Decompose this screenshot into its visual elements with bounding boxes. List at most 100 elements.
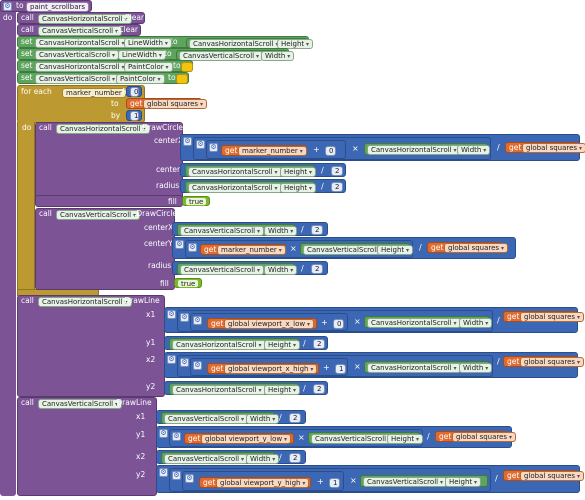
color-swatch[interactable]	[176, 74, 188, 84]
getter-h-height[interactable]: CanvasHorizontalScroll ▾ Height ▾	[169, 383, 301, 395]
centery-division[interactable]: CanvasHorizontalScroll ▾ Height ▾ / 2	[180, 163, 346, 177]
gear-icon[interactable]: ⚙	[172, 432, 181, 441]
get-viewport-y-low[interactable]: get global viewport_y_low ▾	[184, 433, 294, 444]
dropdown-caret-icon[interactable]: ▾	[575, 359, 580, 366]
procedure-header[interactable]: ⚙ to paint_scrollbars	[0, 0, 92, 12]
centerx-multiply[interactable]: ⚙ ⚙ get marker_number ▾ + 0 × CanvasHori…	[193, 137, 491, 160]
dropdown-caret-icon[interactable]: ▾	[257, 387, 262, 394]
v-y2-division[interactable]: ⚙ ⚙ ⚙ get global viewport_y_high ▾ + 1 ×…	[156, 465, 584, 493]
getter-v-height[interactable]: CanvasVerticalScroll ▾ Height ▾	[360, 475, 488, 487]
radius-division[interactable]: CanvasHorizontalScroll ▾ Height ▾ / 2	[180, 179, 346, 193]
dropdown-caret-icon[interactable]: ▾	[164, 64, 169, 71]
gear-icon[interactable]: ⚙	[159, 429, 168, 438]
h-y2-division[interactable]: CanvasHorizontalScroll ▾ Height ▾ / 2	[164, 381, 328, 395]
call-clear-vertical[interactable]: call CanvasVerticalScroll ▾ .Clear	[17, 24, 141, 36]
dropdown-caret-icon[interactable]: ▾	[255, 228, 260, 235]
v-radius-division[interactable]: CanvasVerticalScroll ▾ Width ▾ / 2	[172, 261, 328, 275]
dropdown-caret-icon[interactable]: ▾	[273, 185, 278, 192]
dropdown-caret-icon[interactable]: ▾	[291, 387, 296, 394]
h-x1-add[interactable]: ⚙ get global viewport_x_low ▾ + 0	[190, 313, 348, 331]
h-y1-division[interactable]: CanvasHorizontalScroll ▾ Height ▾ / 2	[164, 336, 328, 350]
getter-v-width[interactable]: CanvasVerticalScroll ▾ Width ▾	[161, 412, 280, 424]
dropdown-caret-icon[interactable]: ▾	[452, 320, 457, 327]
dropdown-caret-icon[interactable]: ▾	[307, 169, 312, 176]
call-clear-horizontal[interactable]: call CanvasHorizontalScroll ▾ .Clear	[17, 12, 145, 24]
v-y2-add[interactable]: ⚙ get global viewport_y_high ▾ + 1	[182, 471, 344, 491]
dropdown-caret-icon[interactable]: ▾	[438, 479, 443, 486]
loop-variable-field[interactable]: marker_number	[62, 88, 126, 98]
dropdown-caret-icon[interactable]: ▾	[270, 416, 275, 423]
dropdown-caret-icon[interactable]: ▾	[575, 314, 580, 321]
centerx-division[interactable]: ⚙ ⚙ ⚙ get marker_number ▾ + 0 × CanvasHo…	[180, 134, 585, 161]
gear-icon[interactable]: ⚙	[167, 310, 176, 319]
call-drawcircle-vertical[interactable]: call CanvasVerticalScroll ▾ .DrawCircle …	[35, 208, 177, 290]
centerx-add[interactable]: ⚙ get marker_number ▾ + 0	[206, 140, 346, 159]
set-horizontal-paintcolor[interactable]: set CanvasHorizontalScroll ▾ PaintColor …	[17, 60, 193, 72]
gear-icon[interactable]: ⚙	[188, 243, 197, 252]
getter-h-width[interactable]: CanvasHorizontalScroll ▾ Width ▾	[364, 143, 491, 155]
dropdown-caret-icon[interactable]: ▾	[507, 434, 512, 441]
gear-icon[interactable]: ⚙	[180, 358, 189, 367]
procedure-name-field[interactable]: paint_scrollbars	[26, 2, 90, 12]
call-drawline-vertical[interactable]: call CanvasVerticalScroll ▾ .DrawLine x1…	[17, 397, 157, 496]
dropdown-caret-icon[interactable]: ▾	[255, 267, 260, 274]
dropdown-caret-icon[interactable]: ▾	[273, 169, 278, 176]
dropdown-caret-icon[interactable]: ▾	[254, 53, 259, 60]
getter-v-width[interactable]: CanvasVerticalScroll ▾ Width ▾	[176, 50, 295, 61]
getter-v-height[interactable]: CanvasVerticalScroll ▾ Height ▾	[308, 432, 424, 444]
gear-icon[interactable]: ⚙	[167, 355, 176, 364]
dropdown-caret-icon[interactable]: ▾	[288, 228, 293, 235]
dropdown-caret-icon[interactable]: ▾	[304, 41, 309, 48]
getter-h-height[interactable]: CanvasHorizontalScroll ▾ Height ▾	[169, 338, 301, 350]
gear-icon[interactable]: ⚙	[159, 468, 168, 477]
h-x1-multiply[interactable]: ⚙ ⚙ get global viewport_x_low ▾ + 0 × Ca…	[177, 310, 493, 332]
get-global-squares[interactable]: get global squares ▾	[505, 142, 585, 153]
gear-icon[interactable]: ⚙	[172, 471, 181, 480]
get-global-squares[interactable]: get global squares ▾	[503, 311, 584, 322]
dropdown-caret-icon[interactable]: ▾	[156, 76, 161, 83]
getter-v-width[interactable]: CanvasVerticalScroll ▾ Width ▾	[177, 263, 298, 275]
to-get-global-squares[interactable]: get global squares ▾	[126, 98, 207, 109]
dropdown-caret-icon[interactable]: ▾	[481, 147, 486, 154]
dropdown-caret-icon[interactable]: ▾	[452, 365, 457, 372]
dropdown-caret-icon[interactable]: ▾	[110, 76, 115, 83]
get-viewport-y-high[interactable]: get global viewport_y_high ▾	[199, 477, 311, 488]
dropdown-caret-icon[interactable]: ▾	[157, 52, 162, 59]
dropdown-caret-icon[interactable]: ▾	[472, 479, 477, 486]
dropdown-caret-icon[interactable]: ▾	[288, 267, 293, 274]
getter-v-width[interactable]: CanvasVerticalScroll ▾ Width ▾	[177, 224, 298, 236]
dropdown-caret-icon[interactable]: ▾	[483, 365, 488, 372]
dropdown-caret-icon[interactable]: ▾	[198, 101, 203, 108]
dropdown-caret-icon[interactable]: ▾	[239, 456, 244, 463]
dropdown-caret-icon[interactable]: ▾	[282, 436, 287, 443]
v-y1-multiply[interactable]: ⚙ get global viewport_y_low ▾ × CanvasVe…	[169, 429, 424, 447]
dropdown-caret-icon[interactable]: ▾	[285, 53, 290, 60]
gear-icon[interactable]: ⚙	[196, 140, 205, 149]
call-drawline-horizontal[interactable]: call CanvasHorizontalScroll ▾ .DrawLine …	[17, 295, 165, 397]
v-y1-division[interactable]: ⚙ ⚙ get global viewport_y_low ▾ × Canvas…	[156, 426, 516, 448]
getter-h-height[interactable]: CanvasHorizontalScroll ▾ Height ▾	[186, 38, 314, 49]
gear-icon[interactable]: ⚙	[183, 137, 192, 146]
call-drawcircle-horizontal[interactable]: call CanvasHorizontalScroll ▾ .DrawCircl…	[35, 122, 185, 206]
color-swatch[interactable]	[181, 62, 193, 72]
dropdown-caret-icon[interactable]: ▾	[483, 320, 488, 327]
get-global-squares[interactable]: get global squares ▾	[435, 431, 516, 442]
get-viewport-x-high[interactable]: get global viewport_x_high ▾	[207, 363, 319, 374]
dropdown-caret-icon[interactable]: ▾	[163, 40, 168, 47]
dropdown-caret-icon[interactable]: ▾	[110, 52, 115, 59]
gear-icon[interactable]: ⚙	[180, 313, 189, 322]
dropdown-caret-icon[interactable]: ▾	[298, 148, 303, 155]
getter-h-width[interactable]: CanvasHorizontalScroll ▾ Width ▾	[364, 316, 493, 328]
getter-v-height[interactable]: CanvasVerticalScroll ▾ Height ▾	[300, 243, 414, 255]
set-vertical-linewidth[interactable]: set CanvasVerticalScroll ▾ LineWidth ▾ t…	[17, 48, 295, 61]
getter-h-width[interactable]: CanvasHorizontalScroll ▾ Width ▾	[364, 361, 493, 373]
dropdown-caret-icon[interactable]: ▾	[499, 245, 504, 252]
from-number-block[interactable]: 0	[126, 86, 142, 97]
get-marker-number[interactable]: get marker_number ▾	[200, 244, 286, 255]
fill-true-block[interactable]: true	[182, 196, 210, 206]
dropdown-caret-icon[interactable]: ▾	[270, 456, 275, 463]
get-global-squares[interactable]: get global squares ▾	[427, 242, 508, 253]
dropdown-caret-icon[interactable]: ▾	[577, 145, 582, 152]
v-centerx-division[interactable]: CanvasVerticalScroll ▾ Width ▾ / 2	[172, 222, 328, 236]
dropdown-caret-icon[interactable]: ▾	[277, 247, 282, 254]
